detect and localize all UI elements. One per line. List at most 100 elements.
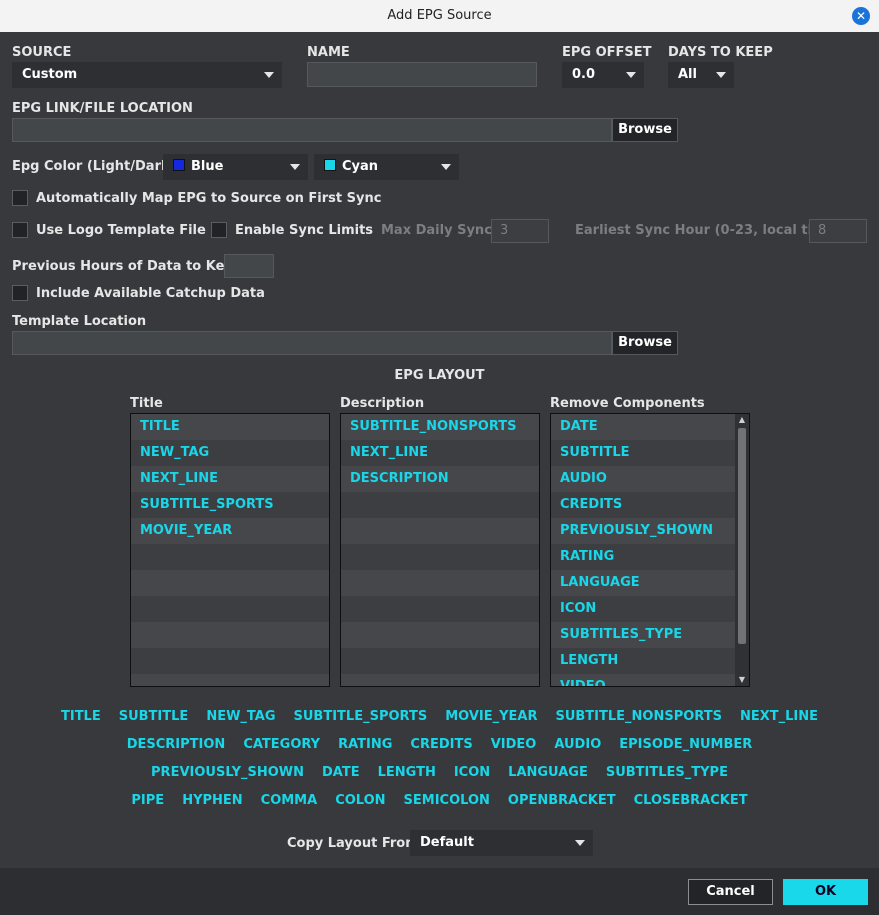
chevron-down-icon bbox=[626, 72, 636, 78]
color-swatch-icon bbox=[173, 159, 185, 171]
epg-offset-select[interactable]: 0.0 bbox=[562, 62, 644, 88]
list-item[interactable]: DESCRIPTION bbox=[341, 466, 539, 492]
token-button[interactable]: DESCRIPTION bbox=[127, 737, 226, 752]
cancel-button[interactable]: Cancel bbox=[688, 879, 773, 905]
max-daily-syncs-input[interactable]: 3 bbox=[491, 219, 549, 243]
sync-limits-checkbox[interactable] bbox=[211, 222, 227, 238]
source-select[interactable]: Custom bbox=[12, 62, 282, 88]
token-button[interactable]: LENGTH bbox=[378, 765, 436, 780]
empty-row bbox=[131, 544, 329, 570]
earliest-sync-hour-label: Earliest Sync Hour (0-23, local time) bbox=[575, 223, 841, 238]
list-item[interactable]: VIDEO bbox=[551, 674, 749, 686]
list-item[interactable]: TITLE bbox=[131, 414, 329, 440]
epg-color-dark-value: Cyan bbox=[342, 159, 379, 174]
remove-components-list[interactable]: DATE SUBTITLE AUDIO CREDITS PREVIOUSLY_S… bbox=[550, 413, 750, 687]
template-location-input[interactable] bbox=[12, 331, 612, 355]
token-button[interactable]: SUBTITLE_NONSPORTS bbox=[555, 709, 721, 724]
token-row-4: PIPE HYPHEN COMMA COLON SEMICOLON OPENBRACKET… bbox=[0, 793, 879, 808]
list-item[interactable]: SUBTITLE_SPORTS bbox=[131, 492, 329, 518]
chevron-up-icon[interactable]: ▲ bbox=[737, 415, 747, 425]
list-item[interactable]: AUDIO bbox=[551, 466, 749, 492]
list-item[interactable]: DATE bbox=[551, 414, 749, 440]
epg-color-light-select[interactable]: Blue bbox=[163, 154, 308, 180]
earliest-sync-hour-input[interactable]: 8 bbox=[809, 219, 867, 243]
token-button[interactable]: SUBTITLE_SPORTS bbox=[294, 709, 428, 724]
ok-button[interactable]: OK bbox=[783, 879, 868, 905]
token-button[interactable]: EPISODE_NUMBER bbox=[619, 737, 752, 752]
token-button[interactable]: RATING bbox=[338, 737, 392, 752]
empty-row bbox=[341, 570, 539, 596]
token-button[interactable]: PIPE bbox=[131, 793, 164, 808]
token-button[interactable]: DATE bbox=[322, 765, 360, 780]
epg-offset-label: EPG OFFSET bbox=[562, 45, 652, 60]
list-item[interactable]: NEW_TAG bbox=[131, 440, 329, 466]
token-button[interactable]: AUDIO bbox=[554, 737, 601, 752]
token-button[interactable]: MOVIE_YEAR bbox=[445, 709, 537, 724]
scrollbar[interactable]: ▲ ▼ bbox=[735, 414, 749, 686]
chevron-down-icon[interactable]: ▼ bbox=[737, 675, 747, 685]
token-button[interactable]: CREDITS bbox=[410, 737, 472, 752]
token-button[interactable]: COLON bbox=[335, 793, 385, 808]
list-item[interactable]: SUBTITLE bbox=[551, 440, 749, 466]
chevron-down-icon bbox=[441, 164, 451, 170]
copy-layout-label: Copy Layout From bbox=[287, 836, 419, 851]
token-button[interactable]: LANGUAGE bbox=[508, 765, 588, 780]
token-button[interactable]: SUBTITLES_TYPE bbox=[606, 765, 728, 780]
empty-row bbox=[341, 674, 539, 686]
token-button[interactable]: SEMICOLON bbox=[404, 793, 490, 808]
color-swatch-icon bbox=[324, 159, 336, 171]
close-icon[interactable]: ✕ bbox=[852, 7, 870, 25]
list-item[interactable]: ICON bbox=[551, 596, 749, 622]
scrollbar-thumb[interactable] bbox=[738, 428, 746, 644]
list-item[interactable]: SUBTITLES_TYPE bbox=[551, 622, 749, 648]
name-label: NAME bbox=[307, 45, 350, 60]
token-button[interactable]: CATEGORY bbox=[243, 737, 320, 752]
token-button[interactable]: NEXT_LINE bbox=[740, 709, 818, 724]
name-input[interactable] bbox=[307, 62, 537, 87]
template-location-browse-button[interactable]: Browse bbox=[612, 331, 678, 355]
list-item[interactable]: MOVIE_YEAR bbox=[131, 518, 329, 544]
token-button[interactable]: PREVIOUSLY_SHOWN bbox=[151, 765, 304, 780]
list-item[interactable]: SUBTITLE_NONSPORTS bbox=[341, 414, 539, 440]
epg-color-dark-select[interactable]: Cyan bbox=[314, 154, 459, 180]
previous-hours-label: Previous Hours of Data to Keep bbox=[12, 259, 243, 274]
token-row-2: DESCRIPTION CATEGORY RATING CREDITS VIDEO AUD… bbox=[0, 737, 879, 752]
empty-row bbox=[131, 674, 329, 686]
list-item[interactable]: NEXT_LINE bbox=[131, 466, 329, 492]
token-button[interactable]: OPENBRACKET bbox=[508, 793, 616, 808]
catchup-checkbox[interactable] bbox=[12, 285, 28, 301]
token-button[interactable]: CLOSEBRACKET bbox=[634, 793, 748, 808]
empty-row bbox=[341, 596, 539, 622]
token-button[interactable]: TITLE bbox=[61, 709, 101, 724]
list-item[interactable]: LENGTH bbox=[551, 648, 749, 674]
list-item[interactable]: RATING bbox=[551, 544, 749, 570]
days-to-keep-select[interactable]: All bbox=[668, 62, 734, 88]
token-button[interactable]: COMMA bbox=[261, 793, 318, 808]
copy-layout-select[interactable]: Default bbox=[410, 830, 593, 856]
title-column-header: Title bbox=[130, 396, 163, 411]
source-value: Custom bbox=[22, 67, 78, 82]
list-item[interactable]: LANGUAGE bbox=[551, 570, 749, 596]
list-item[interactable]: NEXT_LINE bbox=[341, 440, 539, 466]
list-item[interactable]: CREDITS bbox=[551, 492, 749, 518]
token-button[interactable]: ICON bbox=[454, 765, 490, 780]
max-daily-syncs-label: Max Daily Syncs bbox=[381, 223, 500, 238]
window-title: Add EPG Source bbox=[387, 8, 492, 23]
token-button[interactable]: VIDEO bbox=[491, 737, 537, 752]
empty-row bbox=[131, 596, 329, 622]
epg-link-browse-button[interactable]: Browse bbox=[612, 118, 678, 142]
epg-color-label: Epg Color (Light/Dark) bbox=[12, 159, 176, 174]
token-button[interactable]: SUBTITLE bbox=[119, 709, 189, 724]
list-item[interactable]: PREVIOUSLY_SHOWN bbox=[551, 518, 749, 544]
empty-row bbox=[341, 544, 539, 570]
token-button[interactable]: NEW_TAG bbox=[206, 709, 275, 724]
logo-template-checkbox[interactable] bbox=[12, 222, 28, 238]
description-layout-list[interactable]: SUBTITLE_NONSPORTS NEXT_LINE DESCRIPTION bbox=[340, 413, 540, 687]
epg-link-input[interactable] bbox=[12, 118, 612, 142]
title-layout-list[interactable]: TITLE NEW_TAG NEXT_LINE SUBTITLE_SPORTS … bbox=[130, 413, 330, 687]
epg-link-label: EPG LINK/FILE LOCATION bbox=[12, 101, 193, 116]
token-button[interactable]: HYPHEN bbox=[182, 793, 242, 808]
previous-hours-input[interactable] bbox=[224, 254, 274, 278]
chevron-down-icon bbox=[290, 164, 300, 170]
auto-map-checkbox[interactable] bbox=[12, 190, 28, 206]
